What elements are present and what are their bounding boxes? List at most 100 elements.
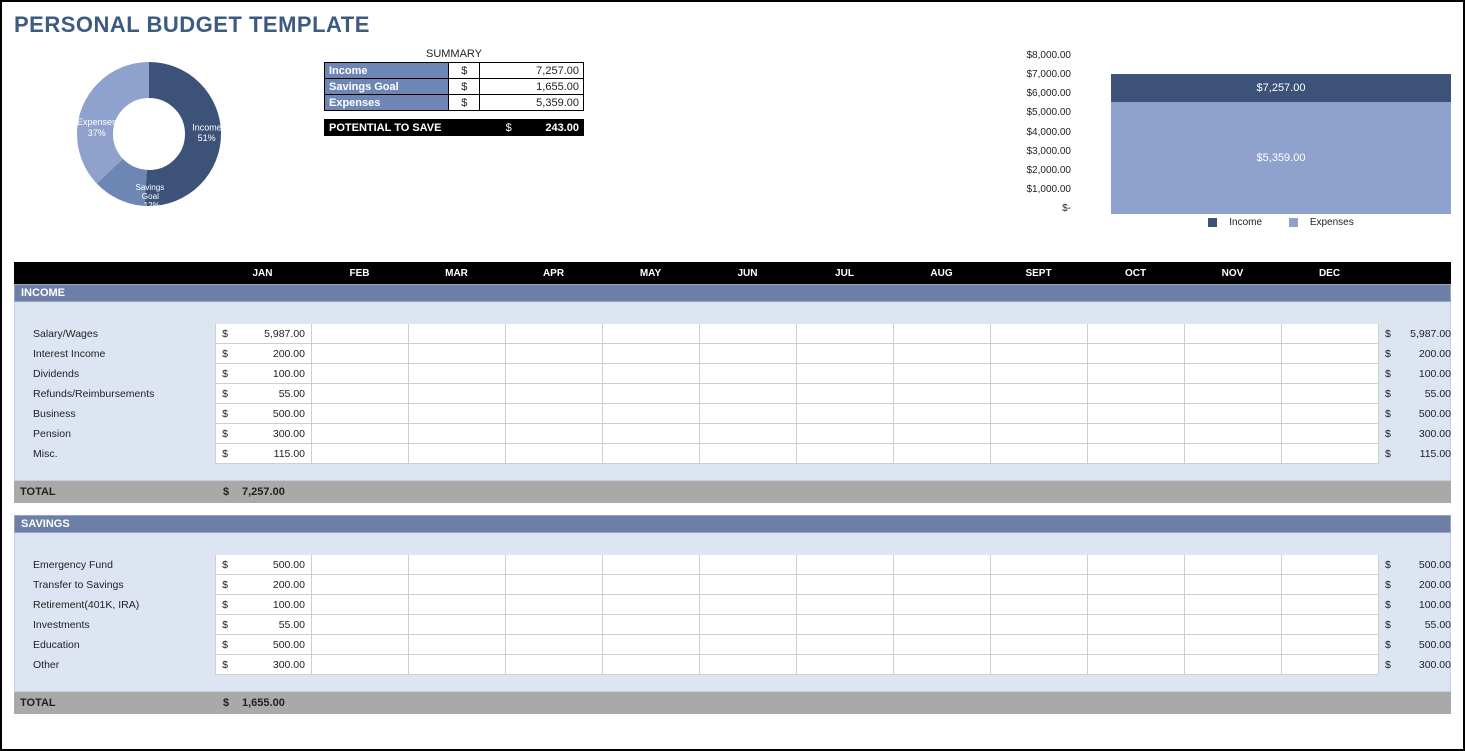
data-cell[interactable]: $5,987.00 bbox=[215, 324, 312, 344]
data-cell[interactable] bbox=[991, 615, 1088, 635]
data-cell[interactable] bbox=[1282, 344, 1379, 364]
data-cell[interactable] bbox=[991, 655, 1088, 675]
data-cell[interactable] bbox=[506, 384, 603, 404]
data-cell[interactable]: $55.00 bbox=[215, 384, 312, 404]
data-cell[interactable] bbox=[506, 324, 603, 344]
data-cell[interactable] bbox=[603, 384, 700, 404]
data-cell[interactable] bbox=[312, 444, 409, 464]
data-cell[interactable] bbox=[700, 404, 797, 424]
data-cell[interactable] bbox=[991, 555, 1088, 575]
data-cell[interactable] bbox=[1282, 424, 1379, 444]
data-cell[interactable]: $100.00 bbox=[215, 595, 312, 615]
data-cell[interactable] bbox=[603, 344, 700, 364]
data-cell[interactable] bbox=[700, 635, 797, 655]
data-cell[interactable] bbox=[506, 555, 603, 575]
data-cell[interactable] bbox=[700, 424, 797, 444]
data-cell[interactable] bbox=[1088, 344, 1185, 364]
data-cell[interactable] bbox=[797, 555, 894, 575]
data-cell[interactable] bbox=[1088, 655, 1185, 675]
data-cell[interactable] bbox=[409, 424, 506, 444]
data-cell[interactable] bbox=[991, 384, 1088, 404]
data-cell[interactable] bbox=[1088, 424, 1185, 444]
data-cell[interactable] bbox=[1088, 595, 1185, 615]
data-cell[interactable] bbox=[1282, 324, 1379, 344]
data-cell[interactable] bbox=[506, 655, 603, 675]
data-cell[interactable] bbox=[409, 575, 506, 595]
data-cell[interactable] bbox=[894, 595, 991, 615]
data-cell[interactable] bbox=[991, 575, 1088, 595]
data-cell[interactable] bbox=[991, 424, 1088, 444]
data-cell[interactable] bbox=[797, 575, 894, 595]
data-cell[interactable] bbox=[312, 404, 409, 424]
data-cell[interactable] bbox=[797, 364, 894, 384]
data-cell[interactable] bbox=[991, 595, 1088, 615]
data-cell[interactable] bbox=[409, 655, 506, 675]
data-cell[interactable] bbox=[409, 444, 506, 464]
data-cell[interactable] bbox=[506, 595, 603, 615]
data-cell[interactable] bbox=[991, 444, 1088, 464]
data-cell[interactable] bbox=[1088, 364, 1185, 384]
data-cell[interactable] bbox=[409, 555, 506, 575]
data-cell[interactable] bbox=[409, 344, 506, 364]
data-cell[interactable] bbox=[409, 635, 506, 655]
data-cell[interactable] bbox=[1185, 575, 1282, 595]
data-cell[interactable] bbox=[409, 595, 506, 615]
data-cell[interactable] bbox=[603, 595, 700, 615]
data-cell[interactable] bbox=[603, 615, 700, 635]
data-cell[interactable] bbox=[1088, 575, 1185, 595]
data-cell[interactable] bbox=[312, 364, 409, 384]
data-cell[interactable] bbox=[991, 344, 1088, 364]
data-cell[interactable] bbox=[312, 575, 409, 595]
data-cell[interactable] bbox=[1185, 655, 1282, 675]
data-cell[interactable] bbox=[603, 404, 700, 424]
data-cell[interactable] bbox=[894, 344, 991, 364]
data-cell[interactable] bbox=[700, 444, 797, 464]
data-cell[interactable] bbox=[409, 404, 506, 424]
data-cell[interactable] bbox=[506, 444, 603, 464]
data-cell[interactable] bbox=[603, 364, 700, 384]
data-cell[interactable]: $55.00 bbox=[215, 615, 312, 635]
data-cell[interactable] bbox=[1088, 404, 1185, 424]
data-cell[interactable] bbox=[894, 364, 991, 384]
data-cell[interactable] bbox=[312, 384, 409, 404]
data-cell[interactable]: $100.00 bbox=[215, 364, 312, 384]
data-cell[interactable] bbox=[1185, 364, 1282, 384]
data-cell[interactable] bbox=[797, 595, 894, 615]
data-cell[interactable] bbox=[1185, 444, 1282, 464]
data-cell[interactable] bbox=[700, 324, 797, 344]
data-cell[interactable] bbox=[312, 595, 409, 615]
data-cell[interactable] bbox=[797, 635, 894, 655]
data-cell[interactable] bbox=[700, 595, 797, 615]
data-cell[interactable] bbox=[894, 384, 991, 404]
data-cell[interactable] bbox=[312, 424, 409, 444]
data-cell[interactable] bbox=[700, 655, 797, 675]
data-cell[interactable] bbox=[1282, 444, 1379, 464]
data-cell[interactable] bbox=[1185, 404, 1282, 424]
data-cell[interactable] bbox=[894, 404, 991, 424]
data-cell[interactable] bbox=[409, 384, 506, 404]
data-cell[interactable]: $500.00 bbox=[215, 555, 312, 575]
data-cell[interactable]: $300.00 bbox=[215, 655, 312, 675]
data-cell[interactable] bbox=[700, 364, 797, 384]
data-cell[interactable] bbox=[797, 424, 894, 444]
data-cell[interactable] bbox=[1282, 575, 1379, 595]
data-cell[interactable]: $200.00 bbox=[215, 344, 312, 364]
data-cell[interactable] bbox=[603, 635, 700, 655]
data-cell[interactable] bbox=[797, 404, 894, 424]
data-cell[interactable] bbox=[1282, 404, 1379, 424]
data-cell[interactable] bbox=[1088, 444, 1185, 464]
data-cell[interactable] bbox=[1185, 344, 1282, 364]
data-cell[interactable] bbox=[409, 324, 506, 344]
data-cell[interactable] bbox=[1185, 424, 1282, 444]
data-cell[interactable] bbox=[312, 555, 409, 575]
data-cell[interactable] bbox=[1088, 384, 1185, 404]
data-cell[interactable] bbox=[797, 444, 894, 464]
data-cell[interactable] bbox=[1185, 384, 1282, 404]
data-cell[interactable] bbox=[700, 344, 797, 364]
data-cell[interactable] bbox=[894, 444, 991, 464]
data-cell[interactable] bbox=[1185, 615, 1282, 635]
data-cell[interactable] bbox=[1282, 635, 1379, 655]
data-cell[interactable] bbox=[603, 424, 700, 444]
data-cell[interactable] bbox=[1088, 555, 1185, 575]
data-cell[interactable] bbox=[312, 635, 409, 655]
